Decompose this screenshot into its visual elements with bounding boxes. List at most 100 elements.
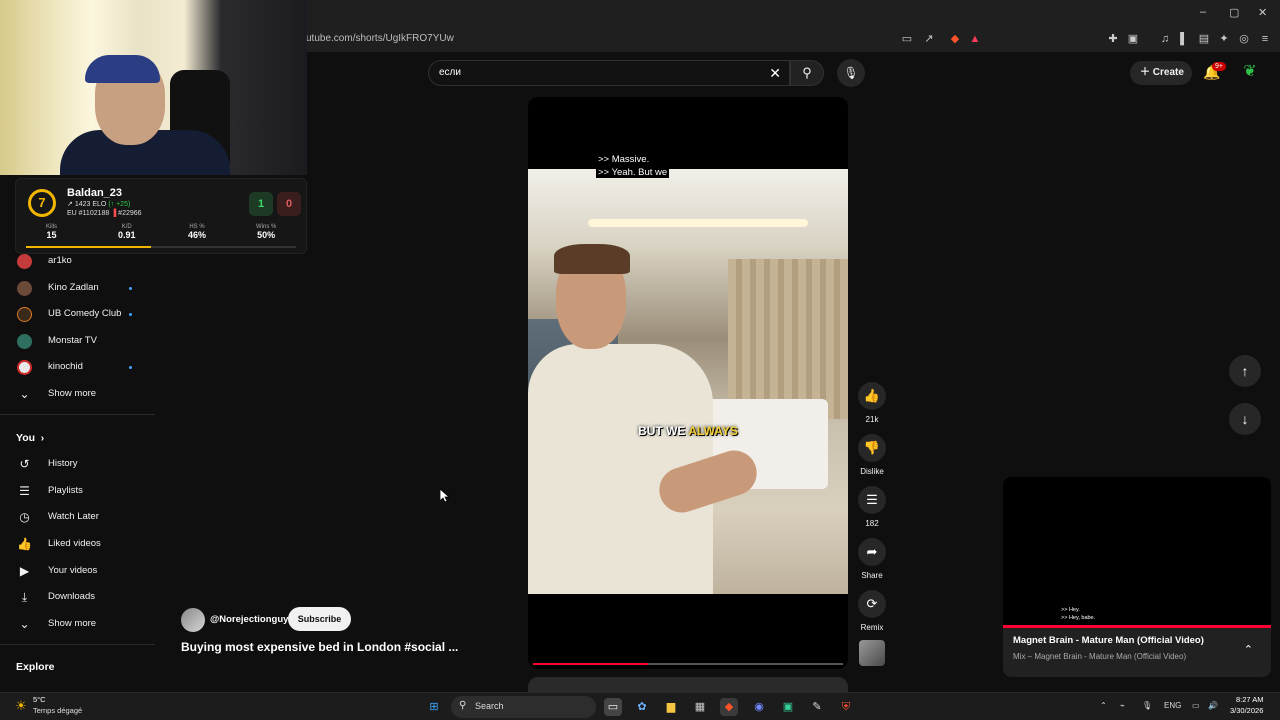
next-short-button[interactable]: ↓ — [1229, 403, 1261, 435]
faceit-ranks: EU #1102188 ▐ #22966 — [67, 210, 142, 217]
minimize-button[interactable]: – — [1200, 6, 1206, 18]
channel-avatar[interactable] — [181, 608, 205, 632]
notepad-icon[interactable]: ✎ — [808, 698, 826, 716]
wins-count: 1 — [249, 192, 273, 216]
subscription-item[interactable]: kinochid — [0, 355, 155, 381]
microphone-icon[interactable]: 🎙 — [1142, 701, 1152, 710]
volume-icon[interactable]: 🔊 — [1208, 701, 1218, 710]
miniplayer-progress-bar[interactable] — [1003, 625, 1271, 628]
brave-rewards-icon[interactable]: ▲ — [968, 32, 982, 46]
chevron-up-icon[interactable]: ⌃ — [1244, 643, 1253, 656]
previous-short-button[interactable]: ↑ — [1229, 355, 1261, 387]
comments-button[interactable]: ☰ 182 — [858, 486, 886, 528]
vpn-icon[interactable]: ◎ — [1237, 32, 1251, 46]
subscription-item[interactable]: Kino Zadlan — [0, 276, 155, 302]
sidebar-item-liked-videos[interactable]: 👍 Liked videos — [0, 532, 155, 558]
miniplayer[interactable]: >> Hey. >> Hey, babe. Magnet Brain - Mat… — [1003, 477, 1271, 677]
channel-name[interactable]: @Norejectionguy — [210, 614, 288, 625]
miniplayer-video[interactable]: >> Hey. >> Hey, babe. — [1003, 477, 1271, 625]
copilot-icon[interactable]: ✿ — [633, 698, 651, 716]
sidebar-toggle-icon[interactable]: ▌ — [1177, 32, 1191, 46]
weather-description[interactable]: Temps dégagé — [33, 706, 82, 715]
weather-temp[interactable]: 5°C — [33, 695, 46, 704]
brave-browser-icon[interactable]: ◆ — [720, 698, 738, 716]
you-section-title[interactable]: You › — [16, 432, 44, 444]
close-window-button[interactable]: ✕ — [1258, 6, 1267, 19]
search-icon: ⚲ — [459, 700, 467, 711]
app-icon[interactable]: ▣ — [779, 698, 797, 716]
voice-search-button[interactable]: 🎙 — [837, 59, 865, 87]
display-icon[interactable]: ▭ — [1192, 701, 1200, 710]
taskbar-search[interactable]: ⚲ Search — [451, 696, 596, 718]
task-view-icon[interactable]: ▭ — [604, 698, 622, 716]
sidebar-item-watch-later[interactable]: ◷ Watch Later — [0, 505, 155, 531]
url-text[interactable]: utube.com/shorts/UgIkFRO7YUw — [306, 33, 454, 44]
clear-search-icon[interactable]: ✕ — [769, 65, 781, 82]
clock-time[interactable]: 8:27 AM — [1236, 695, 1264, 704]
subscription-item[interactable]: UB Comedy Club — [0, 302, 155, 328]
dislike-button[interactable]: 👎 Dislike — [858, 434, 886, 476]
sidebar-item-history[interactable]: ↺ History — [0, 452, 155, 478]
comment-icon: ☰ — [858, 486, 886, 514]
weather-icon[interactable]: ☀ — [12, 697, 30, 715]
leo-ai-icon[interactable]: ✦ — [1217, 32, 1231, 46]
share-button[interactable]: ➦ Share — [858, 538, 886, 580]
share-page-icon[interactable]: ↗ — [922, 32, 936, 46]
brave-shields-icon[interactable]: ◆ — [948, 32, 962, 46]
stat-hs: HS % 46% — [188, 224, 206, 240]
video-title[interactable]: Buying most expensive bed in London #soc… — [181, 640, 458, 654]
microsoft-store-icon[interactable]: ▦ — [691, 698, 709, 716]
sidebar-item-label: Playlists — [48, 485, 83, 496]
menu-icon[interactable]: ≡ — [1258, 32, 1272, 46]
you-title: You — [16, 432, 36, 444]
discord-icon[interactable]: ◉ — [750, 698, 768, 716]
extensions-icon[interactable]: ✚ — [1106, 32, 1120, 46]
burned-in-caption: BUT WE ALWAYS — [528, 424, 848, 438]
screenshot-icon[interactable]: ▣ — [1126, 32, 1140, 46]
subscription-item[interactable]: ar1ko — [0, 249, 155, 275]
wallet-icon[interactable]: ▤ — [1197, 32, 1211, 46]
chevron-up-icon[interactable]: ⌃ — [1100, 701, 1107, 710]
subscribe-button[interactable]: Subscribe — [288, 607, 351, 631]
cast-icon[interactable]: ▭ — [900, 32, 914, 46]
video-progress-bar[interactable] — [533, 663, 843, 665]
elo-progress-track — [151, 246, 296, 248]
network-icon[interactable]: ⌁ — [1120, 701, 1125, 710]
mouse-cursor — [440, 489, 449, 503]
remix-button[interactable]: ⟳ Remix — [858, 590, 886, 632]
sidebar-item-downloads[interactable]: ⤓ Downloads — [0, 585, 155, 611]
language-indicator[interactable]: ENG — [1164, 701, 1181, 710]
address-bar[interactable]: utube.com/shorts/UgIkFRO7YUw ▭ ↗ ◆ ▲ ✚ ▣… — [300, 28, 1280, 52]
search-input[interactable]: если ✕ — [428, 60, 790, 86]
comment-count: 182 — [865, 519, 879, 528]
show-more-you[interactable]: ⌄ Show more — [0, 612, 155, 638]
clock-date[interactable]: 3/30/2026 — [1230, 706, 1263, 715]
show-more-subscriptions[interactable]: ⌄ Show more — [0, 382, 155, 408]
new-content-dot — [129, 287, 132, 290]
region-rank: EU #1102188 — [67, 210, 110, 217]
search-button[interactable]: ⚲ — [790, 60, 824, 86]
windows-taskbar: ☀ 5°C Temps dégagé ⊞ ⚲ Search ▭ ✿ ▆ ▦ ◆ … — [0, 692, 1280, 720]
shield-app-icon[interactable]: ⛨ — [837, 698, 855, 716]
shorts-player[interactable]: >> Massive. >> Yeah. But we BUT WE ALWAY… — [528, 97, 848, 669]
sidebar-item-label: Liked videos — [48, 538, 101, 549]
maximize-button[interactable]: ▢ — [1229, 6, 1239, 19]
show-more-label: Show more — [48, 388, 97, 399]
thumbs-down-icon: 👎 — [858, 434, 886, 462]
losses-count: 0 — [277, 192, 301, 216]
microphone-icon: 🎙 — [843, 66, 859, 80]
search-query[interactable]: если — [439, 67, 461, 78]
windows-start-icon[interactable]: ⊞ — [425, 698, 443, 716]
sound-thumbnail[interactable] — [859, 640, 885, 666]
thumbs-up-icon: 👍 — [858, 382, 886, 410]
sidebar-item-your-videos[interactable]: ▶ Your videos — [0, 559, 155, 585]
media-icon[interactable]: ♫ — [1158, 32, 1172, 46]
profile-avatar[interactable]: ❦ — [1240, 62, 1260, 82]
sidebar-item-playlists[interactable]: ☰ Playlists — [0, 479, 155, 505]
create-button[interactable]: ＋ Create — [1130, 61, 1192, 85]
curtain — [728, 259, 848, 419]
subscription-item[interactable]: Monstar TV — [0, 329, 155, 355]
like-button[interactable]: 👍 21k — [858, 382, 886, 424]
history-icon: ↺ — [19, 457, 30, 471]
file-explorer-icon[interactable]: ▆ — [662, 698, 680, 716]
